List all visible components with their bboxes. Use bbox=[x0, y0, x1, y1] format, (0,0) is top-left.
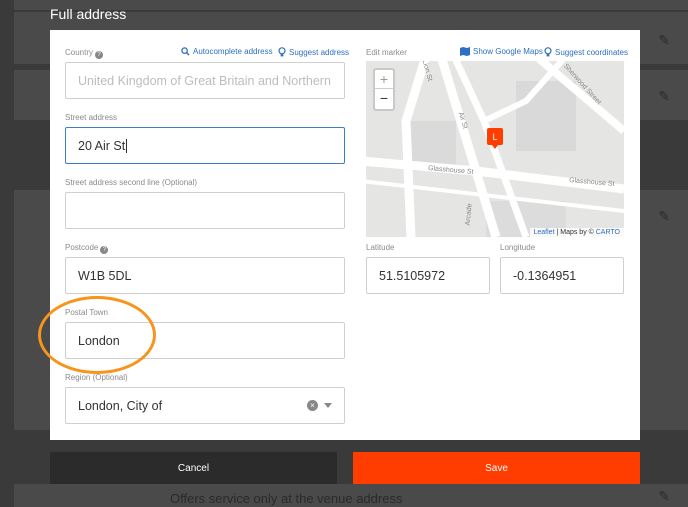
postcode-label: Postcode? bbox=[65, 243, 109, 254]
region-select[interactable]: London, City of × bbox=[65, 387, 345, 424]
show-google-maps-link[interactable]: Show Google Maps bbox=[460, 47, 543, 56]
modal-title: Full address bbox=[50, 6, 127, 22]
street-address-input[interactable]: 20 Air St bbox=[65, 127, 345, 164]
cancel-button[interactable]: Cancel bbox=[50, 452, 337, 484]
latitude-label: Latitude bbox=[366, 243, 395, 252]
zoom-in-button[interactable]: + bbox=[375, 70, 393, 89]
pencil-icon: ✎ bbox=[658, 208, 670, 224]
suggest-coordinates-label: Suggest coordinates bbox=[555, 48, 628, 57]
postcode-input[interactable]: W1B 5DL bbox=[65, 257, 345, 294]
location-map[interactable]: Air St Glasshouse St Glasshouse St Sherw… bbox=[366, 61, 624, 237]
map-attribution: Leaflet | Maps by © CARTO bbox=[529, 228, 624, 237]
pencil-icon: ✎ bbox=[658, 32, 670, 48]
address-form-panel: Country? Autocomplete address Suggest ad… bbox=[50, 30, 640, 440]
postcode-label-text: Postcode bbox=[65, 243, 99, 252]
map-marker-icon[interactable]: L bbox=[486, 128, 504, 155]
svg-text:L: L bbox=[492, 132, 497, 142]
save-button[interactable]: Save bbox=[353, 452, 640, 484]
longitude-input[interactable]: -0.1364951 bbox=[500, 257, 624, 294]
map-icon bbox=[460, 47, 470, 56]
autocomplete-address-label: Autocomplete address bbox=[193, 47, 273, 56]
zoom-out-button[interactable]: − bbox=[375, 89, 393, 108]
highlight-circle bbox=[38, 296, 156, 374]
country-label-text: Country bbox=[65, 48, 94, 57]
map-zoom-control: + − bbox=[373, 68, 395, 111]
edit-marker-label: Edit marker bbox=[366, 48, 407, 57]
chevron-down-icon[interactable] bbox=[324, 403, 332, 408]
longitude-label: Longitude bbox=[500, 243, 536, 252]
show-google-maps-label: Show Google Maps bbox=[473, 47, 543, 56]
help-icon[interactable]: ? bbox=[100, 246, 109, 254]
help-icon[interactable]: ? bbox=[95, 51, 104, 59]
carto-link[interactable]: CARTO bbox=[596, 229, 620, 236]
bg-row: Offers service only at the venue address… bbox=[14, 484, 688, 507]
suggest-address-link[interactable]: Suggest address bbox=[278, 47, 349, 57]
region-value: London, City of bbox=[78, 398, 163, 413]
bg-footer-text: Offers service only at the venue address bbox=[170, 491, 403, 506]
text-cursor bbox=[126, 138, 128, 153]
lightbulb-icon bbox=[278, 47, 286, 57]
country-label: Country? bbox=[65, 48, 104, 59]
region-label: Region (Optional) bbox=[65, 373, 128, 382]
street-address-2-input[interactable] bbox=[65, 192, 345, 229]
pencil-icon: ✎ bbox=[658, 88, 670, 104]
street-address-label: Street address bbox=[65, 113, 118, 122]
latitude-input[interactable]: 51.5105972 bbox=[366, 257, 490, 294]
autocomplete-address-link[interactable]: Autocomplete address bbox=[181, 47, 273, 56]
suggest-address-label: Suggest address bbox=[289, 48, 350, 57]
leaflet-link[interactable]: Leaflet bbox=[534, 229, 555, 236]
street-address-2-label: Street address second line (Optional) bbox=[65, 178, 198, 187]
country-input[interactable]: United Kingdom of Great Britain and Nort… bbox=[65, 62, 345, 99]
clear-icon[interactable]: × bbox=[307, 400, 318, 411]
pencil-icon: ✎ bbox=[658, 488, 670, 504]
lightbulb-icon bbox=[544, 47, 552, 57]
suggest-coordinates-link[interactable]: Suggest coordinates bbox=[544, 47, 628, 57]
street-address-value: 20 Air St bbox=[78, 138, 126, 153]
search-icon bbox=[181, 47, 190, 56]
attribution-text: | Maps by © bbox=[554, 229, 596, 236]
